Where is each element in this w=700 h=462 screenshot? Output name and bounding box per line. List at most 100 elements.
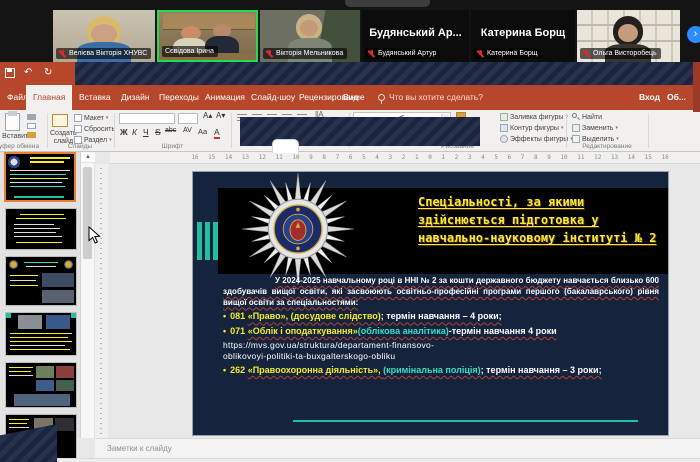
editing-group-label: Редактирование	[566, 143, 648, 150]
paste-clip-icon	[8, 111, 17, 116]
notes-pane[interactable]: Заметки к слайду	[95, 438, 700, 458]
participant-name: Сєвідова Ірина	[165, 47, 214, 56]
bullet-dot: •	[223, 311, 226, 321]
shrink-font-button[interactable]: A▾	[216, 111, 225, 120]
slide-thumbnail-current[interactable]	[4, 152, 76, 202]
scrollbar-thumb[interactable]	[83, 167, 92, 259]
participant-name: Велієва Вікторія ХНУВС	[69, 49, 147, 58]
effects-shape-button[interactable]: Эффекты фигуры▾	[500, 135, 573, 143]
participant-name: Катерина Борщ	[487, 49, 537, 58]
group-separator	[648, 113, 649, 148]
layout-button[interactable]: Макет▾	[74, 114, 108, 122]
italic-button[interactable]: К	[132, 127, 137, 137]
participant-tile[interactable]: Ольга Висторобець	[577, 10, 680, 62]
participant-big-name: Будянський Ар...	[362, 27, 469, 39]
participant-tile-active[interactable]: Сєвідова Ірина	[157, 10, 258, 62]
strikethrough-button[interactable]: S	[155, 127, 161, 137]
select-cursor-icon	[572, 135, 580, 143]
font-color-button[interactable]: А	[214, 127, 220, 139]
lightbulb-icon	[378, 94, 385, 101]
find-button[interactable]: Найти	[572, 113, 602, 121]
slide-thumbnail[interactable]	[5, 312, 77, 356]
redo-icon[interactable]: ↻	[44, 67, 52, 78]
character-spacing-button[interactable]: AV	[183, 127, 192, 134]
participant-big-name: Катерина Борщ	[471, 27, 575, 39]
copy-icon[interactable]	[27, 123, 36, 129]
next-participants-button[interactable]: ›	[687, 26, 700, 43]
participant-name: Вікторія Мельникова	[276, 49, 343, 58]
format-painter-icon[interactable]	[27, 132, 36, 138]
notes-placeholder: Заметки к слайду	[107, 444, 172, 453]
slide-thumbnail[interactable]	[5, 256, 77, 306]
reset-icon	[74, 125, 82, 133]
slide-thumbnail[interactable]	[5, 208, 77, 250]
muted-mic-icon	[266, 50, 273, 58]
scrollbar-up-arrow-icon[interactable]: ▲	[81, 152, 95, 163]
participant-tile[interactable]: Вікторія Мельникова	[260, 10, 360, 62]
participant-name: Будянський Артур	[378, 49, 436, 58]
font-name-combobox[interactable]	[119, 113, 175, 124]
slide-divider-line	[293, 420, 638, 422]
select-button[interactable]: Выделить▾	[572, 135, 619, 143]
screen: Велієва Вікторія ХНУВС Сєвідова Ірина	[0, 0, 700, 462]
font-size-combobox[interactable]	[178, 113, 198, 124]
slide-title[interactable]: Спеціальності, за якими здійснюється під…	[418, 193, 668, 247]
share-button[interactable]: Об...	[660, 85, 693, 110]
tell-me-box[interactable]: Что вы хотите сделать?	[378, 85, 483, 110]
search-icon	[572, 113, 580, 121]
clipboard-group-label: Буфер обмена	[0, 143, 48, 150]
underline-button[interactable]: Ч	[143, 127, 149, 137]
tab-design[interactable]: Дизайн	[114, 85, 157, 110]
thumbnail-scrollbar[interactable]: ▲	[80, 152, 94, 438]
bold-button[interactable]: Ж	[120, 127, 128, 137]
change-case-button[interactable]: Aa	[198, 127, 207, 136]
slide-link: https://mvs.gov.ua/struktura/departament…	[223, 340, 659, 362]
tab-view[interactable]: Вид	[336, 85, 365, 110]
tab-insert[interactable]: Вставка	[72, 85, 118, 110]
bullet-dot: •	[223, 326, 226, 336]
slide-paragraph: У 2024-2025 навчальному році в ННІ № 2 з…	[223, 276, 659, 308]
floating-tab-handle	[272, 139, 299, 153]
replace-icon	[572, 124, 580, 132]
accent-bar	[205, 222, 210, 260]
outline-shape-button[interactable]: Контур фигуры▾	[500, 124, 563, 132]
abc-strike-button[interactable]: abc	[165, 127, 176, 134]
save-icon[interactable]	[5, 68, 15, 78]
slides-group-label: Слайды	[48, 143, 112, 150]
slide-canvas[interactable]: Спеціальності, за якими здійснюється під…	[193, 172, 668, 435]
ruler-numbers: 16 15 14 13 12 11 10 9 8 7 6 5 4 3 2 1 0…	[185, 154, 675, 161]
horizontal-ruler: 16 15 14 13 12 11 10 9 8 7 6 5 4 3 2 1 0…	[110, 152, 700, 164]
font-group-label: Шрифт	[114, 143, 231, 150]
muted-mic-icon	[583, 50, 590, 58]
grow-font-button[interactable]: A▴	[203, 111, 212, 120]
muted-mic-icon	[477, 50, 484, 58]
bullet-item-262: •262 «Правоохоронна діяльність», (кримін…	[223, 365, 659, 377]
cut-icon[interactable]	[27, 114, 36, 120]
bullet-item-071: •071 «Облік і оподаткування»(облікова ан…	[223, 326, 659, 338]
window-edge-strip	[693, 62, 700, 112]
muted-mic-icon	[368, 50, 375, 58]
layout-icon	[74, 114, 82, 122]
outline-shape-icon	[500, 124, 508, 132]
effects-shape-icon	[500, 135, 508, 143]
meeting-video-strip: Велієва Вікторія ХНУВС Сєвідова Ірина	[0, 0, 700, 62]
participant-tile[interactable]: Будянський Ар... Будянський Артур	[362, 10, 469, 62]
tab-home[interactable]: Главная	[26, 85, 72, 110]
muted-mic-icon	[59, 50, 66, 58]
undo-icon[interactable]: ↶	[24, 67, 32, 78]
overlay-band-top	[75, 62, 693, 85]
slide-body-text[interactable]: У 2024-2025 навчальному році в ННІ № 2 з…	[223, 276, 659, 377]
participant-tile[interactable]: Катерина Борщ Катерина Борщ	[471, 10, 575, 62]
accent-bar	[213, 222, 218, 260]
meeting-controls-pill[interactable]	[345, 0, 430, 7]
ribbon-tab-row: Файл Главная Вставка Дизайн Переходы Ани…	[0, 85, 700, 110]
reset-button[interactable]: Сбросить	[74, 125, 115, 133]
slide-thumbnail[interactable]	[5, 362, 77, 408]
accent-bar	[197, 222, 202, 260]
institute-emblem	[241, 172, 355, 286]
fill-shape-button[interactable]: Заливка фигуры▾	[500, 113, 568, 121]
replace-button[interactable]: Заменить▾	[572, 124, 618, 132]
status-bar	[0, 458, 700, 462]
participant-tile[interactable]: Велієва Вікторія ХНУВС	[53, 10, 155, 62]
bullet-item-081: •081 «Право», (досудове слідство); термі…	[223, 311, 659, 323]
